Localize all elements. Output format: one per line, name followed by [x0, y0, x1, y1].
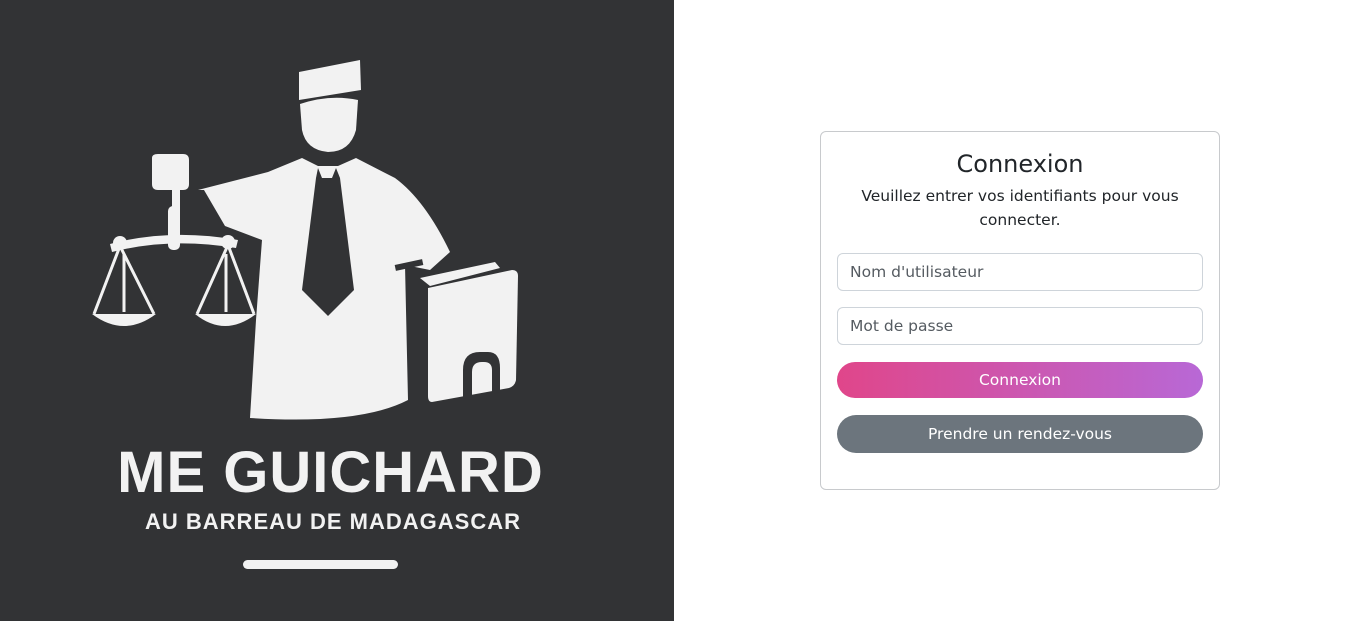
username-input[interactable]	[837, 253, 1203, 291]
brand-subtitle: AU BARREAU DE MADAGASCAR	[145, 509, 521, 534]
login-instructions: Veuillez entrer vos identifiants pour vo…	[861, 187, 1179, 229]
login-area: Connexion Veuillez entrer vos identifian…	[674, 0, 1357, 621]
brand-name: ME GUICHARD	[117, 440, 544, 505]
brand-panel: ME GUICHARD AU BARREAU DE MADAGASCAR	[0, 0, 674, 621]
login-button[interactable]: Connexion	[837, 362, 1203, 398]
brand-underline-divider	[243, 560, 398, 569]
password-input[interactable]	[837, 307, 1203, 345]
login-title: Connexion	[956, 150, 1084, 178]
book-appointment-button[interactable]: Prendre un rendez-vous	[837, 415, 1203, 453]
login-card: Connexion Veuillez entrer vos identifian…	[820, 131, 1220, 490]
